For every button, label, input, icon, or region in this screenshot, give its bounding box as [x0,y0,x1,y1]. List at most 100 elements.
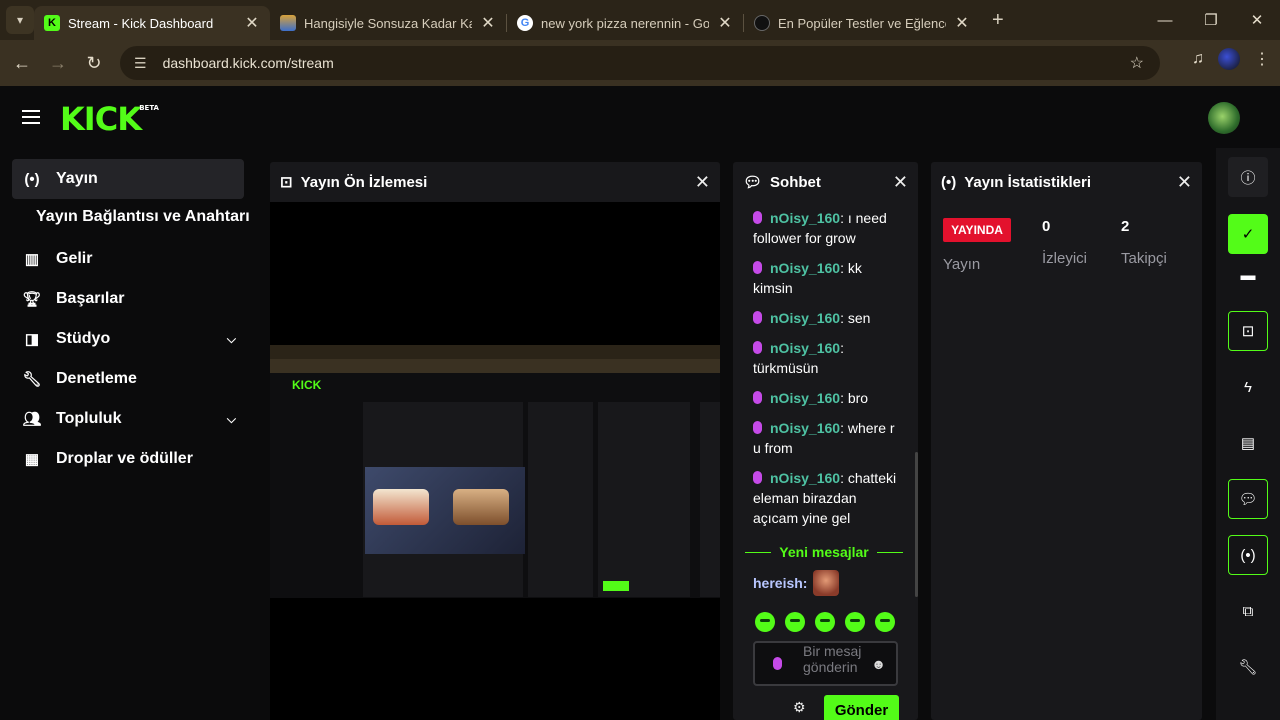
minimize-icon[interactable]: — [1142,0,1188,40]
stream-stats-panel: (•) Yayın İstatistikleri ✕ YAYINDA Yayın… [931,162,1202,720]
follower-count: 2 [1121,218,1130,235]
right-toolbar: ⓘ ✓ ▬ ⊡ ϟ ▤ 💬︎ (•) ⧉ 🔧︎ [1216,148,1280,720]
google-favicon-icon: G [517,15,533,31]
chevron-down-icon[interactable]: ⌵ [227,412,236,427]
chevron-down-icon[interactable]: ⌵ [227,332,236,347]
close-panel-icon[interactable]: ✕ [1177,172,1192,193]
kick-favicon-icon: K [44,15,60,31]
sidebar-item-basarilar[interactable]: 🏆︎ Başarılar [12,279,244,319]
reload-icon[interactable]: ↻ [76,53,112,74]
emote-icon[interactable] [755,612,775,632]
stream-thumbnail: KICK [270,345,720,598]
chat-icon: 💬︎ [743,174,763,191]
sidebar-item-studyo[interactable]: ◨ Stüdyo ⌵ [12,319,244,359]
window-close-icon[interactable]: ✕ [1234,0,1280,40]
site-info-icon[interactable]: ☰ [134,55,147,72]
close-tab-icon[interactable]: ✕ [717,13,733,33]
browser-tab-4[interactable]: En Popüler Testler ve Eğlenceli ✕ [744,6,980,40]
lightning-icon[interactable]: ϟ [1228,367,1268,407]
microphone-badge-icon [753,391,762,404]
sidebar-item-yayin[interactable]: (•) Yayın [12,159,244,199]
media-control-icon[interactable]: ♫ [1192,50,1204,68]
chat-input[interactable]: Bir mesaj gönderin ☻ [753,641,898,686]
emote-bar [755,612,895,632]
chat-input-placeholder: Bir mesaj gönderin [803,643,862,675]
video-player[interactable]: KICK [270,202,720,720]
microphone-badge-icon [753,471,762,484]
stream-label: Yayın [943,256,981,273]
emote-icon[interactable] [785,612,805,632]
wrench-icon[interactable]: 🔧︎ [1228,647,1268,687]
sidebar-item-stream-key[interactable]: Yayın Bağlantısı ve Anahtarı [36,208,250,226]
microphone-badge-icon [753,421,762,434]
microphone-badge-icon [753,311,762,324]
kick-header: KICK BETA [0,86,1280,148]
url-field[interactable]: ☰ dashboard.kick.com/stream ☆ [120,46,1160,80]
stats-toggle-icon[interactable]: (•) [1228,535,1268,575]
url-text: dashboard.kick.com/stream [162,55,334,71]
layout-icon[interactable]: ⧉ [1228,591,1268,631]
kick-logo[interactable]: KICK BETA [60,100,159,138]
browser-tab-bar: ▾ K Stream - Kick Dashboard ✕ Hangisiyle… [0,0,1280,40]
dashboard-sidebar: (•) Yayın Yayın Bağlantısı ve Anahtarı ▥… [0,148,256,720]
browser-tab-3[interactable]: G new york pizza nerennin - Goog ✕ [507,6,743,40]
chat-settings-icon[interactable]: ⚙ [793,699,806,716]
viewer-label: İzleyici [1042,250,1088,267]
minus-icon[interactable]: ▬ [1228,255,1268,295]
chat-scrollbar[interactable] [915,452,918,597]
close-panel-icon[interactable]: ✕ [695,172,710,193]
sidebar-item-denetleme[interactable]: 🔧︎ Denetleme [12,359,244,399]
close-panel-icon[interactable]: ✕ [893,172,908,193]
broadcast-icon: (•) [941,173,957,191]
sidebar-item-gelir[interactable]: ▥ Gelir [12,239,244,279]
sidebar-item-droplar[interactable]: ▦ Droplar ve ödüller [12,439,244,479]
trophy-icon: 🏆︎ [22,291,42,308]
bookmark-star-icon[interactable]: ☆ [1130,53,1144,73]
forward-icon[interactable]: → [40,53,76,74]
profile-avatar[interactable] [1218,48,1240,70]
close-tab-icon[interactable]: ✕ [244,13,260,33]
close-tab-icon[interactable]: ✕ [480,13,496,33]
tab-search-button[interactable]: ▾ [6,6,34,34]
emote-image [813,570,840,596]
microphone-badge-icon [753,261,762,274]
notes-icon[interactable]: ▤ [1228,423,1268,463]
emote-icon[interactable] [815,612,835,632]
new-messages-divider[interactable]: Yeni mesajlar [745,542,904,562]
chat-message: hereish: [753,570,840,596]
browser-tab-2[interactable]: Hangisiyle Sonsuza Kadar Kahv ✕ [270,6,506,40]
info-icon[interactable]: ⓘ [1228,157,1268,197]
browser-menu-icon[interactable]: ⋮ [1254,49,1270,69]
live-badge: YAYINDA [943,218,1011,242]
preview-toggle-icon[interactable]: ⊡ [1228,311,1268,351]
chat-toggle-icon[interactable]: 💬︎ [1228,479,1268,519]
site-favicon-icon [754,15,770,31]
panel-title: Yayın İstatistikleri [964,173,1091,191]
chat-message: nOisy_160: sen [753,308,903,328]
viewer-count: 0 [1042,218,1051,235]
panel-header: ⊡ Yayın Ön İzlemesi ✕ [270,162,720,202]
emoji-picker-icon[interactable]: ☻ [871,656,886,672]
chat-message: nOisy_160: where r u from [753,420,895,456]
checkmark-icon[interactable]: ✓ [1228,214,1268,254]
restore-icon[interactable]: ❐ [1188,0,1234,40]
new-tab-icon[interactable]: + [992,9,1004,32]
back-icon[interactable]: ← [4,53,40,74]
microphone-badge-icon [773,657,782,670]
chat-message: nOisy_160: chatteki eleman birazdan açıc… [753,470,897,526]
gift-icon: ▦ [24,451,40,468]
window-controls: — ❐ ✕ [1142,0,1280,40]
hamburger-menu-icon[interactable] [22,110,40,128]
image-favicon-icon [280,15,296,31]
send-button[interactable]: Gönder [824,695,899,720]
microphone-badge-icon [753,341,762,354]
emote-icon[interactable] [875,612,895,632]
user-avatar[interactable] [1208,102,1240,134]
microphone-badge-icon [753,211,762,224]
browser-tab-1[interactable]: K Stream - Kick Dashboard ✕ [34,6,270,40]
close-tab-icon[interactable]: ✕ [954,13,970,33]
emote-icon[interactable] [845,612,865,632]
chat-message: nOisy_160: bro [753,388,903,408]
sidebar-item-topluluk[interactable]: 👥︎ Topluluk ⌵ [12,399,244,439]
panel-title: Sohbet [770,173,821,191]
